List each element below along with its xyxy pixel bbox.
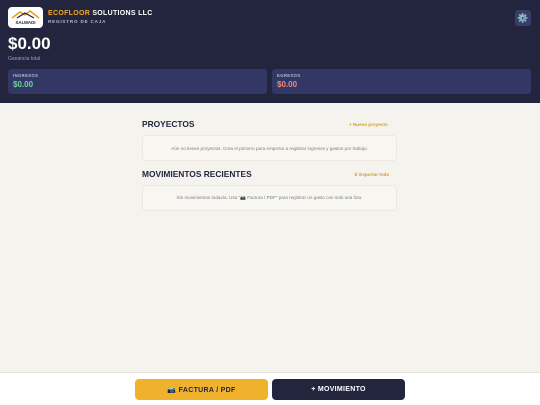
new-project-link[interactable]: + Nuevo proyecto (349, 122, 388, 127)
projects-title: PROYECTOS (142, 119, 195, 129)
projects-empty-state: Aún no tienes proyectos. Crea el primero… (142, 135, 397, 161)
movements-title: MOVIMIENTOS RECIENTES (142, 169, 252, 179)
logo-text: SALWADI (15, 20, 35, 25)
settings-button[interactable]: ⚙️ (515, 10, 531, 26)
expense-title: EGRESOS (277, 73, 301, 78)
gear-icon: ⚙️ (517, 13, 529, 23)
brand: ECOFLOOR SOLUTIONS LLC REGISTRO DE CAJA (48, 10, 153, 24)
footer-bar (0, 372, 540, 405)
add-movement-button[interactable]: + MOVIMIENTO (272, 379, 405, 400)
expense-card: EGRESOS $0.00 (272, 69, 531, 94)
income-title: INGRESOS (13, 73, 39, 78)
company-logo: SALWADI (8, 7, 43, 28)
company-name-rest: SOLUTIONS LLC (90, 10, 153, 17)
app-subtitle: REGISTRO DE CAJA (48, 19, 107, 24)
export-all-link[interactable]: ⬇ Exportar todo (354, 172, 389, 178)
total-profit-label: Ganancia total (8, 56, 41, 62)
income-card: INGRESOS $0.00 (8, 69, 267, 94)
total-profit-value: $0.00 (8, 34, 51, 53)
company-name-accent: ECOFLOOR (48, 10, 91, 17)
company-name: ECOFLOOR SOLUTIONS LLC (48, 10, 153, 17)
expense-value: $0.00 (277, 80, 298, 89)
income-value: $0.00 (13, 80, 34, 89)
factura-pdf-button[interactable]: 📷 FACTURA / PDF (135, 379, 268, 400)
movements-empty-state: Sin movimientos todavía. Usa "📷 Factura … (142, 185, 397, 211)
header: SALWADI ECOFLOOR SOLUTIONS LLC REGISTRO … (0, 0, 540, 103)
